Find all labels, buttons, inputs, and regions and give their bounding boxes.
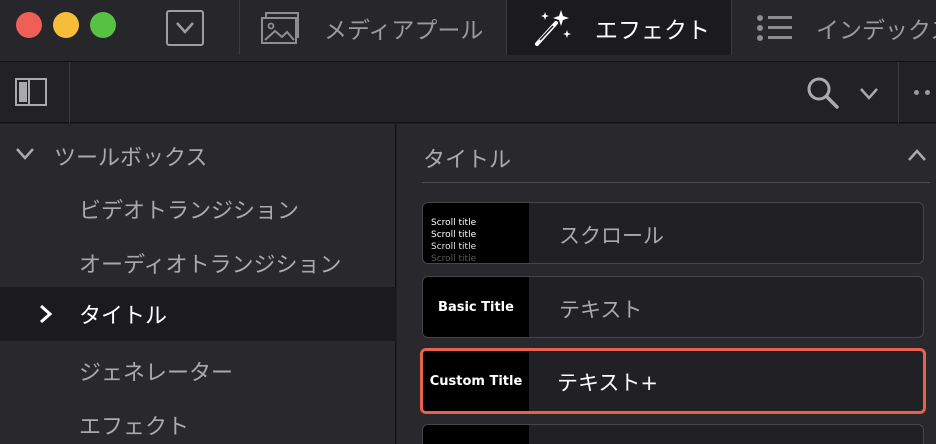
sidebar-item-generators[interactable]: ジェネレーター	[0, 344, 396, 398]
chevron-right-icon	[40, 304, 53, 324]
zoom-window-button[interactable]	[90, 12, 116, 38]
title-name: テキスト+	[557, 371, 658, 395]
sidebar-item-label: エフェクト	[79, 415, 190, 440]
search-options-dropdown[interactable]	[859, 86, 879, 105]
index-list-icon	[756, 13, 794, 43]
title-name: テキスト	[559, 298, 643, 322]
sidebar-item-titles[interactable]: タイトル	[0, 287, 396, 341]
tab-media-pool[interactable]: メディアプール	[260, 0, 483, 55]
toolbar-divider	[731, 0, 732, 55]
thumbnail-line: Scroll title	[431, 218, 477, 228]
title-card-scroll[interactable]: Scroll title Scroll title Scroll title S…	[422, 202, 924, 264]
chevron-up-icon[interactable]	[907, 148, 927, 162]
sidebar-toggle-icon	[15, 78, 47, 106]
effects-sidebar: ツールボックス ビデオトランジション オーディオトランジション タイトル ジェネ…	[0, 124, 396, 444]
thumbnail-line: Scroll title	[431, 242, 477, 252]
chevron-down-icon	[860, 88, 878, 100]
minimize-window-button[interactable]	[53, 12, 79, 38]
top-bar: メディアプール エフェクト インデックス	[0, 0, 936, 62]
chevron-down-icon	[176, 22, 194, 34]
tab-effects[interactable]: エフェクト	[507, 0, 731, 55]
tab-label: エフェクト	[595, 17, 710, 44]
sidebar-item-effects[interactable]: エフェクト	[0, 398, 396, 444]
search-icon	[807, 77, 839, 109]
section-title: タイトル	[423, 148, 512, 173]
dot-icon	[914, 90, 919, 95]
tab-label: メディアプール	[324, 17, 484, 44]
effects-library-panel: タイトル Scroll title Scroll title Scroll ti…	[397, 124, 936, 444]
toolbox-label: ツールボックス	[54, 146, 208, 171]
sidebar-item-label: オーディオトランジション	[79, 253, 342, 278]
chevron-down-icon	[16, 148, 34, 160]
thumbnail-line: Scroll title	[431, 254, 477, 264]
sidebar-item-audio-transitions[interactable]: オーディオトランジション	[0, 236, 396, 290]
media-pool-icon	[260, 11, 302, 45]
section-divider	[422, 182, 930, 183]
toolbar-divider	[239, 0, 240, 55]
thumbnail-line: Scroll title	[431, 230, 477, 240]
toolbar-divider	[69, 62, 70, 123]
title-card-basic[interactable]: Basic Title テキスト	[422, 276, 924, 338]
title-thumbnail: Scroll title Scroll title Scroll title S…	[423, 203, 529, 263]
magic-wand-icon	[531, 8, 573, 48]
sidebar-item-label: タイトル	[79, 304, 168, 329]
title-thumbnail	[423, 425, 529, 444]
title-thumbnail: Basic Title	[423, 277, 529, 337]
dot-icon	[925, 90, 930, 95]
workspace-dropdown-button[interactable]	[166, 10, 204, 46]
title-thumbnail: Custom Title	[423, 351, 529, 411]
toolbar-divider	[898, 62, 899, 123]
secondary-toolbar	[0, 62, 936, 123]
title-card-partial[interactable]	[422, 424, 924, 444]
title-card-custom[interactable]: Custom Title テキスト+	[420, 348, 926, 414]
tab-index[interactable]: インデックス	[756, 0, 936, 55]
more-options-button[interactable]	[914, 90, 930, 95]
sidebar-item-label: ジェネレーター	[79, 361, 234, 386]
close-window-button[interactable]	[16, 12, 42, 38]
panel-toggle-button[interactable]	[14, 77, 48, 107]
tab-label: インデックス	[816, 17, 936, 44]
sidebar-item-video-transitions[interactable]: ビデオトランジション	[0, 182, 396, 236]
search-button[interactable]	[806, 76, 840, 114]
sidebar-item-label: ビデオトランジション	[79, 199, 300, 224]
title-name: スクロール	[559, 224, 664, 248]
